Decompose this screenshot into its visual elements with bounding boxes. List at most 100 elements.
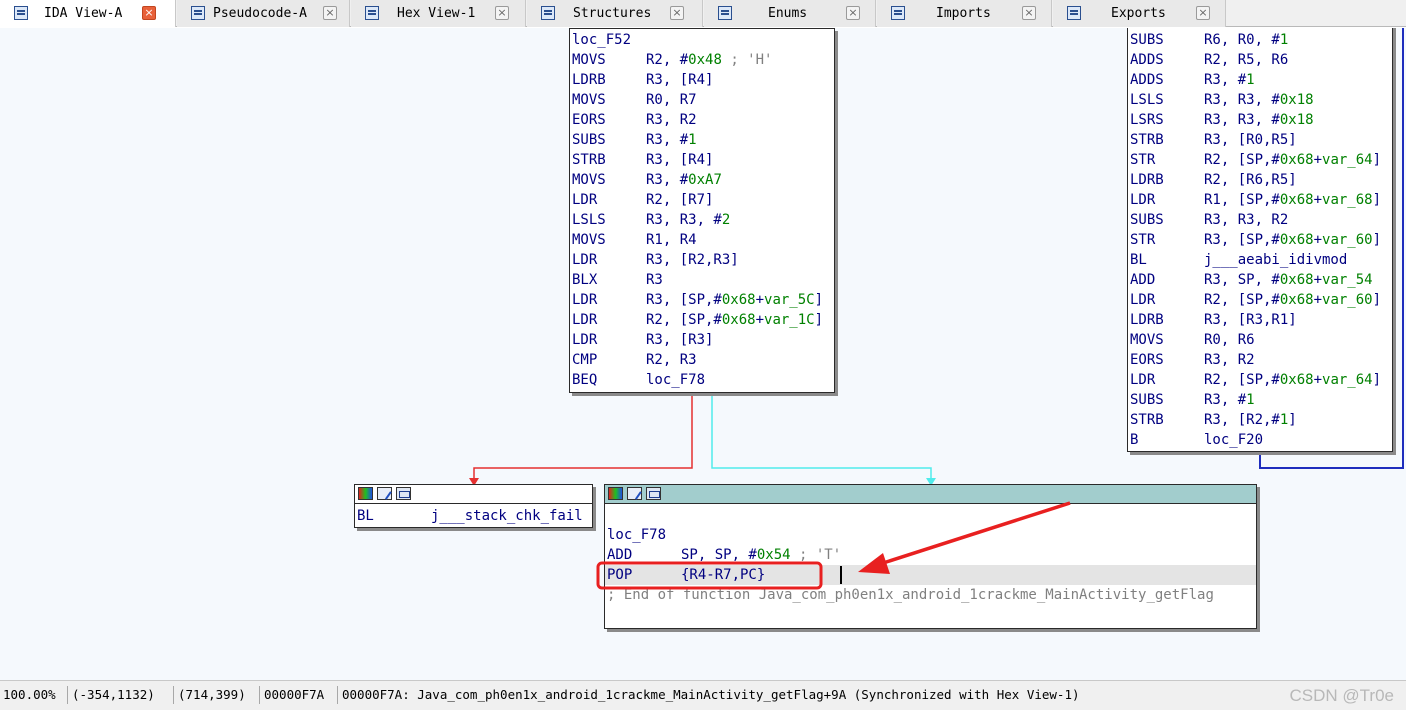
- immediate-value: 0x68: [1279, 372, 1314, 388]
- instruction-line[interactable]: MOVS R0, R7: [572, 90, 697, 110]
- instruction-line[interactable]: LSLS R3, R3, #2: [572, 210, 730, 230]
- code-block-loc-f52[interactable]: loc_F52 MOVS R2, #0x48 ; 'H' LDRB R3, [R4] MO…: [569, 28, 835, 393]
- instruction-line[interactable]: LSLS R3, R3, #0x18: [1130, 90, 1314, 110]
- tab-exports[interactable]: Exports ×: [1053, 0, 1226, 27]
- instruction-line[interactable]: LDR R2, [R7]: [572, 190, 713, 210]
- instruction-line[interactable]: STRB R3, [R4]: [572, 150, 713, 170]
- instruction-line[interactable]: LDR R3, [R2,R3]: [572, 250, 739, 270]
- instruction-line[interactable]: POP {R4-R7,PC}: [607, 565, 765, 585]
- mnemonic: LSLS: [572, 212, 606, 228]
- code-block-loop-body[interactable]: SUBS R6, R0, #1 ADDS R2, R5, R6 ADDS R3, #1 LS…: [1127, 28, 1393, 452]
- tab-imports[interactable]: Imports ×: [877, 0, 1052, 27]
- block-label[interactable]: loc_F52: [572, 30, 631, 50]
- operands: R2, #: [646, 52, 689, 68]
- edit-block-icon[interactable]: [377, 487, 392, 500]
- operand-text: +: [1313, 232, 1323, 248]
- instruction-line[interactable]: Bloc_F20: [1130, 430, 1263, 450]
- edit-block-icon[interactable]: [627, 487, 642, 500]
- close-tab-icon[interactable]: ×: [142, 6, 156, 20]
- instruction-line[interactable]: LDRB R3, [R3,R1]: [1130, 310, 1297, 330]
- instruction-line[interactable]: ADD SP, SP, #0x54 ; 'T': [607, 545, 841, 565]
- instruction-line[interactable]: STRB R3, [R2,#1]: [1130, 410, 1297, 430]
- mnemonic: BL: [1130, 252, 1147, 268]
- immediate-value: 0x68: [721, 292, 756, 308]
- instruction-line[interactable]: CMP R2, R3: [572, 350, 697, 370]
- instruction-line[interactable]: LDRB R3, [R4]: [572, 70, 713, 90]
- operand-text: ]: [1372, 152, 1382, 168]
- instruction-line[interactable]: BL j___aeabi_idivmod: [1130, 250, 1347, 270]
- mnemonic: LDRB: [1130, 172, 1164, 188]
- instruction-line[interactable]: EORS R3, R2: [1130, 350, 1255, 370]
- code-block-loc-f78[interactable]: loc_F78 ADD SP, SP, #0x54 ; 'T' POP {R4-R7,P…: [604, 484, 1257, 629]
- operands: R2, [SP,#: [1204, 292, 1280, 308]
- instruction-line[interactable]: ADDS R3, #1: [1130, 70, 1255, 90]
- instruction-line[interactable]: LDRB R2, [R6,R5]: [1130, 170, 1297, 190]
- instruction-line[interactable]: LDR R3, [R3]: [572, 330, 713, 350]
- instruction-line[interactable]: SUBS R3, #1: [1130, 390, 1255, 410]
- mnemonic: ADD: [1130, 272, 1156, 288]
- instruction-line[interactable]: SUBS R3, R3, R2: [1130, 210, 1288, 230]
- close-tab-icon[interactable]: ×: [1022, 6, 1036, 20]
- pseudocode-icon: [191, 6, 205, 20]
- instruction-line[interactable]: ADD R3, SP, #0x68+var_54: [1130, 270, 1373, 290]
- instruction-line[interactable]: BL j___stack_chk_fail: [357, 506, 583, 526]
- mnemonic: CMP: [572, 352, 598, 368]
- mnemonic: B: [1130, 432, 1139, 448]
- instruction-line[interactable]: ADDS R2, R5, R6: [1130, 50, 1288, 70]
- mouse-coordinates: (714,399): [178, 687, 246, 702]
- operand-text: [791, 547, 799, 563]
- operands: R2, [SP,#: [1204, 372, 1280, 388]
- instruction-line[interactable]: MOVS R3, #0xA7: [572, 170, 722, 190]
- instruction-line[interactable]: SUBS R6, R0, #1: [1130, 30, 1288, 50]
- instruction-line[interactable]: SUBS R3, #1: [572, 130, 697, 150]
- instruction-line[interactable]: STR R2, [SP,#0x68+var_64]: [1130, 150, 1381, 170]
- color-palette-icon[interactable]: [358, 487, 373, 500]
- status-bar: 100.00% (-354,1132) (714,399) 00000F7A 0…: [0, 680, 1406, 710]
- close-tab-icon[interactable]: ×: [670, 6, 684, 20]
- operands: R3, [R3,R1]: [1204, 312, 1297, 328]
- instruction-line[interactable]: LDR R2, [SP,#0x68+var_64]: [1130, 370, 1381, 390]
- instruction-line[interactable]: LDR R3, [SP,#0x68+var_5C]: [572, 290, 823, 310]
- status-separator: [337, 686, 338, 704]
- graph-view[interactable]: loc_F52 MOVS R2, #0x48 ; 'H' LDRB R3, [R4] MO…: [0, 28, 1406, 680]
- operand-text: ]: [1372, 232, 1382, 248]
- tab-ida-view-a[interactable]: IDA View-A ×: [0, 0, 176, 27]
- instruction-line[interactable]: STRB R3, [R0,R5]: [1130, 130, 1297, 150]
- instruction-line[interactable]: MOVS R1, R4: [572, 230, 697, 250]
- instruction-line[interactable]: STR R3, [SP,#0x68+var_60]: [1130, 230, 1381, 250]
- group-block-icon[interactable]: [396, 487, 411, 500]
- immediate-value: 0x68: [721, 312, 756, 328]
- immediate-value: 1: [1246, 392, 1255, 408]
- tab-pseudocode-a[interactable]: Pseudocode-A ×: [177, 0, 350, 27]
- block-header: [605, 485, 1256, 504]
- instruction-line[interactable]: BLX R3: [572, 270, 663, 290]
- instruction-line[interactable]: MOVS R2, #0x48 ; 'H': [572, 50, 772, 70]
- instruction-line[interactable]: MOVS R0, R6: [1130, 330, 1255, 350]
- instruction-line[interactable]: LSRS R3, R3, #0x18: [1130, 110, 1314, 130]
- close-tab-icon[interactable]: ×: [846, 6, 860, 20]
- color-palette-icon[interactable]: [608, 487, 623, 500]
- instruction-line[interactable]: BEQ loc_F78: [572, 370, 705, 390]
- close-tab-icon[interactable]: ×: [323, 6, 337, 20]
- text-cursor: [840, 566, 842, 584]
- instruction-line[interactable]: EORS R3, R2: [572, 110, 697, 130]
- operands: R3, R3, #: [1204, 112, 1280, 128]
- status-separator: [173, 686, 174, 704]
- operands: R2, R5, R6: [1204, 52, 1289, 68]
- group-block-icon[interactable]: [646, 487, 661, 500]
- block-label[interactable]: loc_F78: [607, 525, 666, 545]
- instruction-line[interactable]: LDR R1, [SP,#0x68+var_68]: [1130, 190, 1381, 210]
- tab-hex-view-1[interactable]: Hex View-1 ×: [351, 0, 526, 27]
- close-tab-icon[interactable]: ×: [495, 6, 509, 20]
- instruction-line[interactable]: LDR R2, [SP,#0x68+var_1C]: [572, 310, 823, 330]
- close-tab-icon[interactable]: ×: [1196, 6, 1210, 20]
- block-header: [355, 485, 592, 504]
- tab-enums[interactable]: Enums ×: [704, 0, 876, 27]
- operand-text: +: [755, 312, 765, 328]
- code-block-stack-chk-fail[interactable]: BL j___stack_chk_fail: [354, 484, 593, 528]
- immediate-value: 2: [721, 212, 731, 228]
- tab-structures[interactable]: Structures ×: [527, 0, 703, 27]
- hex-view-icon: [365, 6, 379, 20]
- current-address: 00000F7A: [264, 687, 325, 702]
- instruction-line[interactable]: LDR R2, [SP,#0x68+var_60]: [1130, 290, 1381, 310]
